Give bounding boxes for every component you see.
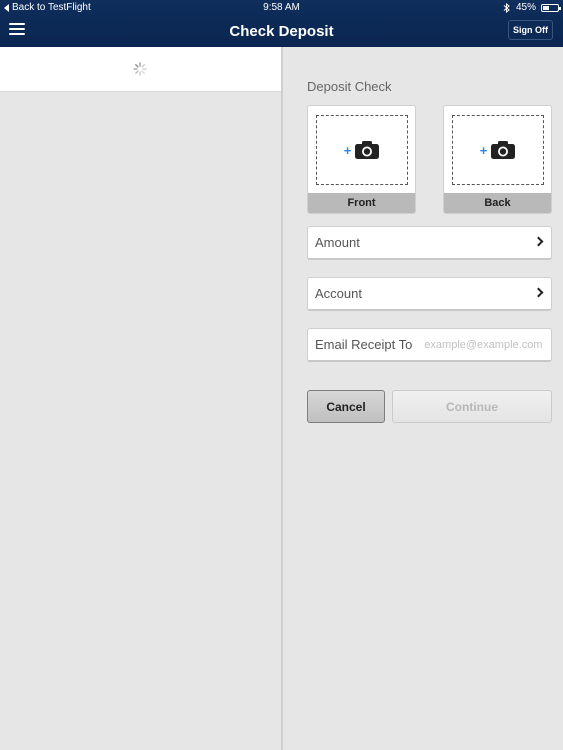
page-title: Check Deposit <box>229 23 334 40</box>
back-photo-frame: + <box>452 115 544 185</box>
status-time: 9:58 AM <box>263 2 300 13</box>
account-label: Account <box>315 286 362 301</box>
app-header: Back to TestFlight 9:58 AM 45% Check Dep… <box>0 0 563 47</box>
email-receipt-input[interactable] <box>424 338 553 351</box>
back-photo-button[interactable]: + Back <box>443 105 552 214</box>
camera-icon <box>355 141 380 159</box>
bluetooth-icon <box>503 2 510 13</box>
plus-icon: + <box>479 142 488 158</box>
battery-icon <box>541 3 561 12</box>
sign-off-button[interactable]: Sign Off <box>508 20 553 40</box>
camera-icon <box>491 141 516 159</box>
front-photo-frame: + <box>316 115 408 185</box>
status-indicators: 45% <box>503 2 561 13</box>
battery-level <box>543 5 549 10</box>
chevron-right-icon <box>533 236 544 247</box>
front-photo-label: Front <box>308 193 415 213</box>
amount-row[interactable]: Amount <box>307 226 552 260</box>
section-label: Deposit Check <box>307 79 392 94</box>
battery-percent: 45% <box>515 2 536 13</box>
account-row[interactable]: Account <box>307 277 552 311</box>
loading-spinner-icon <box>133 62 147 76</box>
plus-icon: + <box>343 142 352 158</box>
amount-label: Amount <box>315 235 360 250</box>
email-receipt-label: Email Receipt To <box>315 337 413 352</box>
email-receipt-row: Email Receipt To <box>307 328 553 362</box>
back-photo-label: Back <box>444 193 551 213</box>
front-photo-button[interactable]: + Front <box>307 105 416 214</box>
cancel-button[interactable]: Cancel <box>307 390 385 423</box>
continue-button[interactable]: Continue <box>392 390 552 423</box>
status-bar: Back to TestFlight 9:58 AM 45% <box>0 0 563 15</box>
chevron-right-icon <box>533 287 544 298</box>
